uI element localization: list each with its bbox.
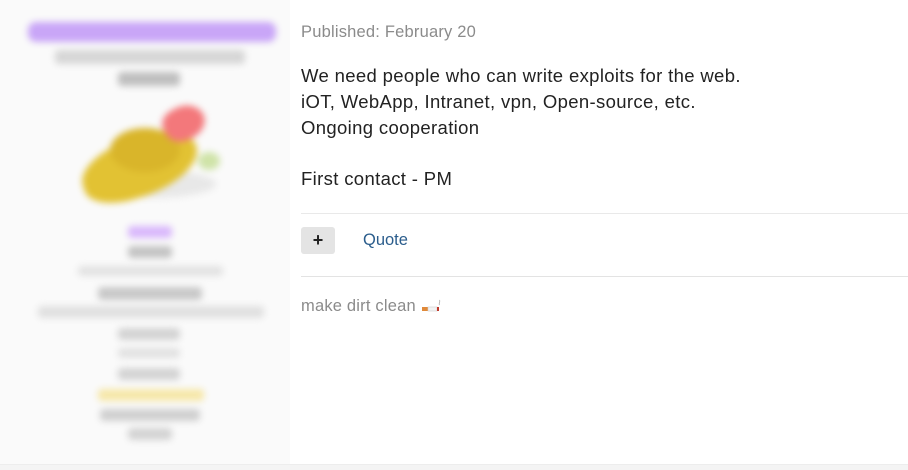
post-body-line: iOT, WebApp, Intranet, vpn, Open-source,…	[301, 91, 696, 112]
author-rank	[118, 72, 180, 86]
author-panel	[0, 0, 290, 464]
published-date: Published: February 20	[301, 23, 476, 41]
divider	[301, 213, 908, 214]
plus-button[interactable]: +	[301, 227, 335, 254]
post-main: Published: February 20 We need people wh…	[301, 0, 908, 470]
author-group-badge	[128, 226, 172, 238]
divider	[301, 276, 908, 277]
author-title	[55, 50, 245, 64]
plus-icon: +	[312, 230, 324, 250]
post-footer-strip	[0, 465, 908, 470]
author-stat	[118, 368, 180, 380]
registration-date	[38, 306, 264, 318]
post-body-line: Ongoing cooperation	[301, 117, 480, 138]
author-stat	[128, 428, 172, 440]
user-signature: make dirt clean	[301, 297, 443, 316]
quote-link[interactable]: Quote	[363, 231, 408, 250]
signature-text: make dirt clean	[301, 297, 416, 315]
author-username[interactable]	[28, 22, 276, 42]
author-stat	[78, 266, 223, 276]
author-stat	[118, 348, 180, 358]
registration-label	[98, 287, 202, 300]
cigarette-icon	[421, 298, 443, 314]
avatar[interactable]	[73, 97, 228, 214]
post-body: We need people who can write exploits fo…	[301, 63, 901, 192]
post-body-line: First contact - PM	[301, 168, 453, 189]
author-stat	[118, 328, 180, 340]
author-stat	[128, 246, 172, 258]
author-stat	[100, 409, 200, 421]
post-body-line: We need people who can write exploits fo…	[301, 65, 741, 86]
reputation-badge	[98, 389, 204, 401]
